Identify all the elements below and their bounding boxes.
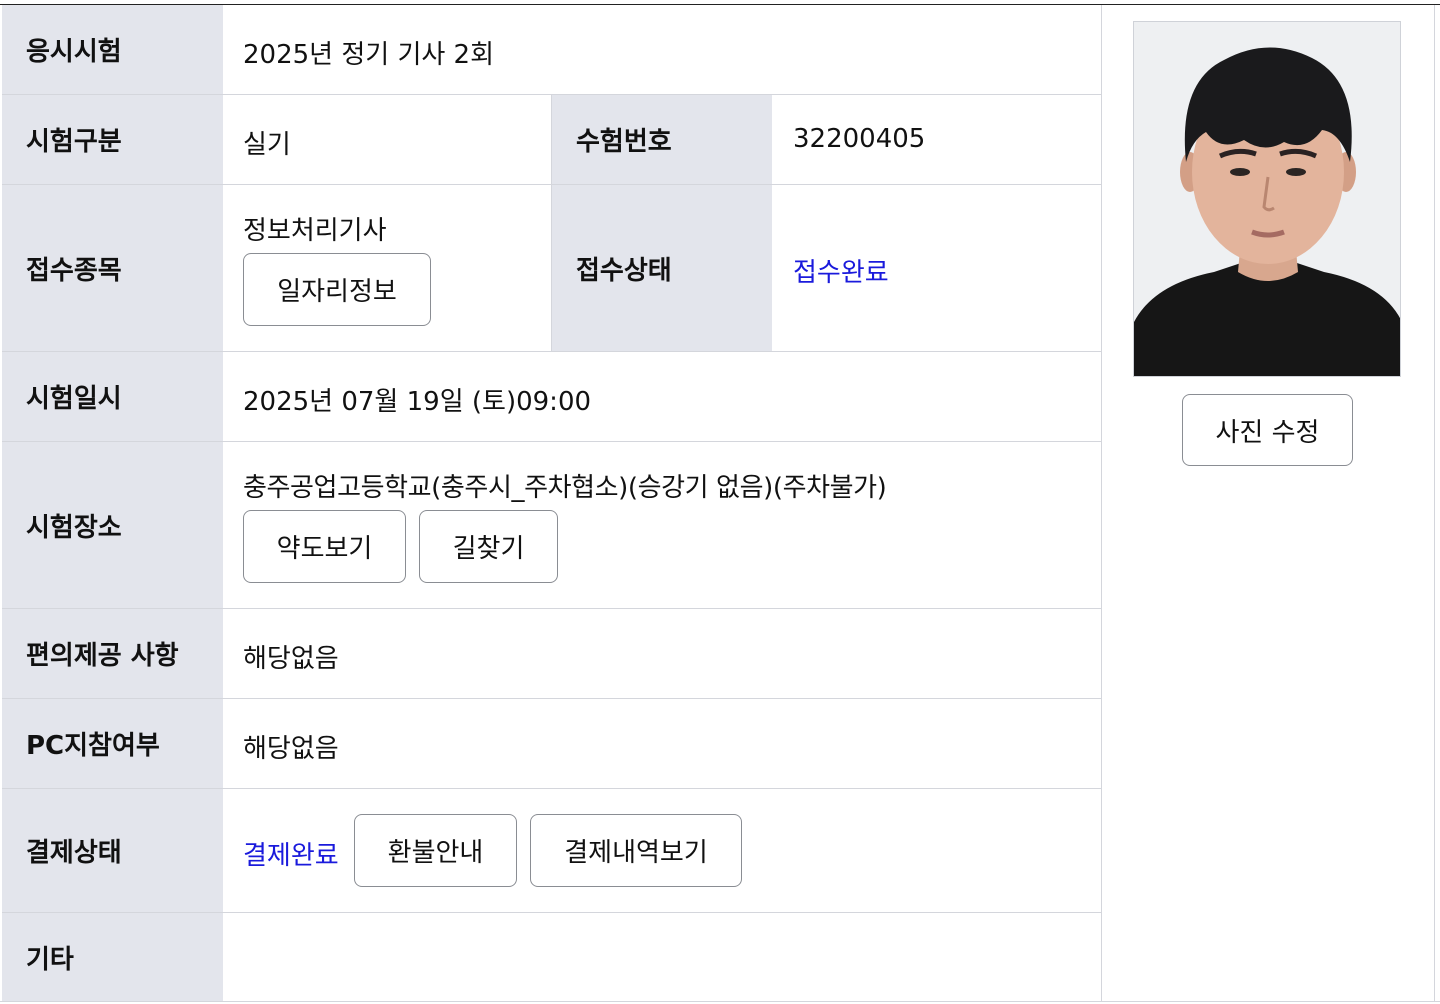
status-label: 접수상태 [552,185,772,351]
bottom-border [0,1001,1440,1002]
exam-type-label: 시험구분 [2,95,223,184]
map-button[interactable]: 약도보기 [243,510,406,583]
photo-edit-button[interactable]: 사진 수정 [1182,394,1353,466]
exam-number-value: 32200405 [793,124,926,154]
exam-number-label: 수험번호 [552,95,772,184]
place-value: 충주공업고등학교(충주시_주차협소)(승강기 없음)(주차불가) [243,473,887,503]
refund-info-button[interactable]: 환불안내 [354,814,517,887]
convenience-label: 편의제공 사항 [2,609,223,698]
subject-label: 접수종목 [2,185,223,351]
applicant-photo [1133,21,1401,377]
etc-label: 기타 [2,913,223,1001]
directions-button[interactable]: 길찾기 [419,510,558,583]
convenience-value: 해당없음 [243,644,339,674]
datetime-value: 2025년 07월 19일 (토)09:00 [243,387,592,417]
pc-label: PC지참여부 [2,699,223,788]
payment-label: 결제상태 [2,789,223,912]
exam-value: 2025년 정기 기사 2회 [243,40,495,70]
payment-history-button[interactable]: 결제내역보기 [530,814,742,887]
exam-label: 응시시험 [2,5,223,94]
job-info-button[interactable]: 일자리정보 [243,253,431,326]
photo-column-divider [1101,5,1102,1002]
place-label: 시험장소 [2,442,223,608]
status-value: 접수완료 [793,258,889,288]
pc-value: 해당없음 [243,734,339,764]
subject-value: 정보처리기사 [243,216,387,246]
datetime-label: 시험일시 [2,352,223,441]
right-border [1434,5,1435,1002]
payment-value: 결제완료 [243,841,339,871]
exam-type-value: 실기 [243,130,291,160]
